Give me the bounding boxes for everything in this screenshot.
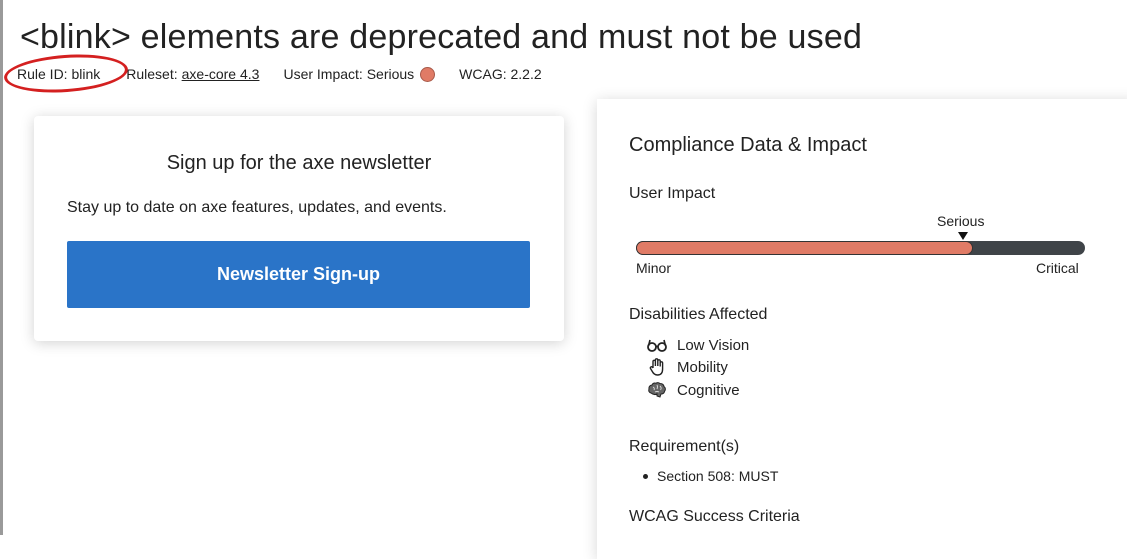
disability-label: Cognitive: [677, 381, 740, 399]
impact-marker-icon: [958, 232, 968, 240]
brain-icon: [648, 382, 666, 398]
rule-meta-row: Rule ID: blink Ruleset: axe-core 4.3 Use…: [17, 64, 566, 84]
user-impact-label: User Impact: [629, 185, 716, 202]
newsletter-description: Stay up to date on axe features, updates…: [67, 199, 447, 216]
impact-scale-max: Critical: [1036, 260, 1079, 276]
requirement-item: Section 508: MUST: [643, 468, 778, 484]
compliance-heading: Compliance Data & Impact: [629, 134, 867, 156]
disability-item-cognitive: Cognitive: [647, 381, 740, 399]
impact-scale-min: Minor: [636, 260, 672, 276]
ruleset-label: Ruleset:: [126, 66, 178, 82]
user-impact: User Impact: Serious: [283, 66, 436, 82]
rule-id: Rule ID: blink: [17, 66, 101, 82]
newsletter-title: Sign up for the axe newsletter: [166, 152, 432, 174]
compliance-panel: Compliance Data & Impact User Impact Ser…: [597, 99, 1127, 559]
requirement-text: Section 508: MUST: [657, 468, 779, 484]
user-impact-text: User Impact: Serious: [283, 66, 415, 82]
wcag-criteria-label: WCAG Success Criteria: [629, 508, 800, 525]
ruleset-link[interactable]: axe-core 4.3: [182, 66, 260, 82]
page-left-border: [0, 0, 3, 535]
glasses-icon: [647, 339, 667, 352]
disability-label: Mobility: [677, 358, 728, 376]
wcag-version: WCAG: 2.2.2: [459, 66, 542, 82]
requirements-label: Requirement(s): [629, 438, 740, 455]
hand-icon: [649, 358, 664, 376]
ruleset: Ruleset: axe-core 4.3: [126, 66, 259, 82]
impact-dot-icon: [420, 66, 436, 82]
impact-scale-fill: [636, 241, 973, 255]
disabilities-label: Disabilities Affected: [629, 306, 768, 323]
newsletter-card: Sign up for the axe newsletter Stay up t…: [34, 116, 564, 341]
impact-scale-bar: [636, 241, 1085, 255]
page-title: <blink> elements are deprecated and must…: [20, 18, 863, 56]
newsletter-signup-button[interactable]: Newsletter Sign-up: [67, 241, 530, 308]
disability-item-mobility: Mobility: [647, 358, 728, 376]
disability-label: Low Vision: [677, 336, 750, 354]
disability-item-low-vision: Low Vision: [647, 336, 749, 354]
bullet-icon: [643, 473, 648, 479]
impact-level-label: Serious: [937, 213, 985, 229]
